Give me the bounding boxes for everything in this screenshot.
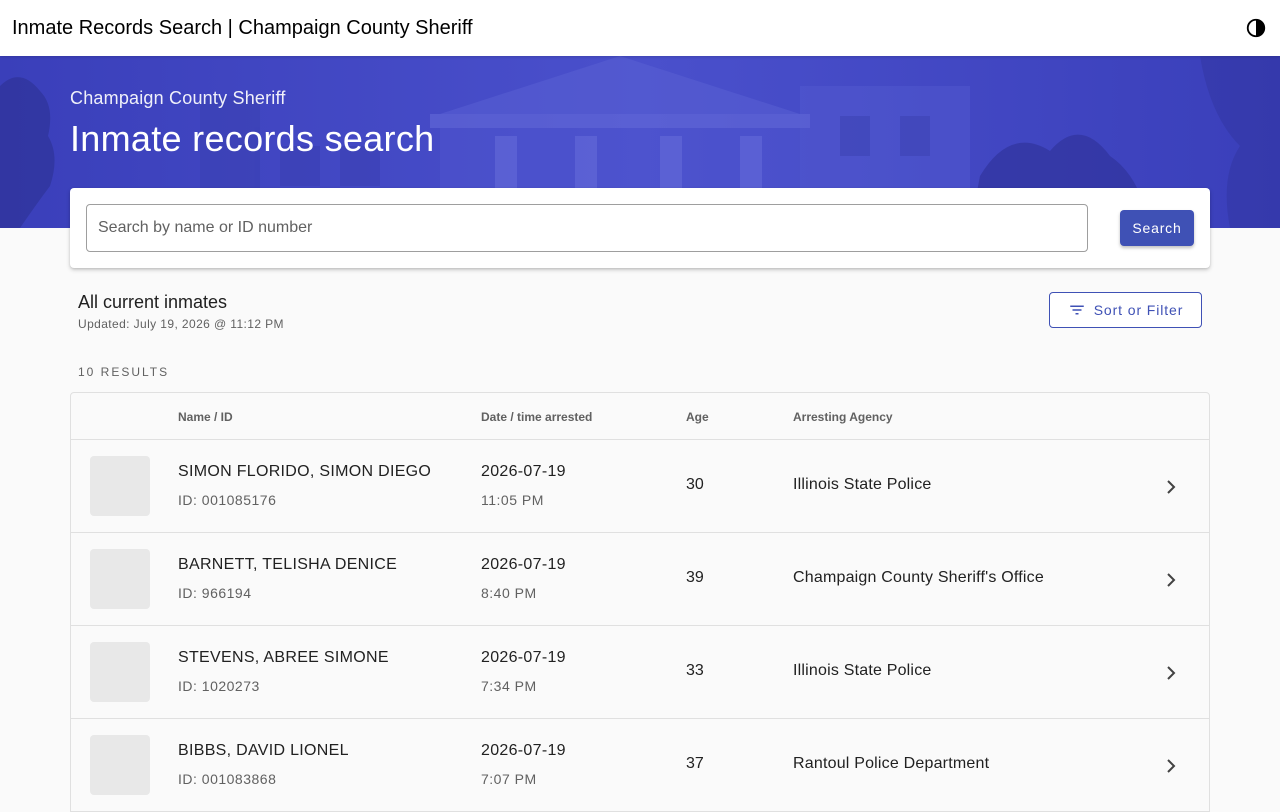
table-row[interactable]: STEVENS, ABREE SIMONE ID: 1020273 2026-0… (71, 626, 1209, 719)
arrest-date: 2026-07-19 (481, 463, 566, 480)
search-input[interactable] (86, 204, 1088, 252)
sort-filter-label: Sort or Filter (1093, 302, 1184, 318)
inmate-photo (90, 549, 150, 609)
arrest-time: 7:07 PM (481, 771, 537, 787)
arrest-date: 2026-07-19 (481, 649, 566, 666)
inmate-id: ID: 1020273 (178, 678, 260, 694)
arrest-time: 7:34 PM (481, 678, 537, 694)
inmate-age: 30 (686, 476, 704, 493)
table-row[interactable]: SIMON FLORIDO, SIMON DIEGO ID: 001085176… (71, 440, 1209, 533)
inmate-name: SIMON FLORIDO, SIMON DIEGO (178, 463, 432, 480)
sort-filter-button[interactable]: Sort or Filter (1049, 292, 1202, 328)
inmate-photo (90, 735, 150, 795)
inmate-age: 33 (686, 662, 704, 679)
inmate-name: STEVENS, ABREE SIMONE (178, 649, 389, 666)
header-name-id[interactable]: Name / ID (178, 410, 233, 424)
theme-toggle-button[interactable] (1240, 12, 1272, 44)
arrest-time: 8:40 PM (481, 585, 537, 601)
inmate-name: BARNETT, TELISHA DENICE (178, 556, 398, 573)
app-bar: Inmate Records Search | Champaign County… (0, 0, 1280, 56)
hero-subtitle: Champaign County Sheriff (70, 88, 286, 108)
inmate-id: ID: 966194 (178, 585, 252, 601)
inmate-name: BIBBS, DAVID LIONEL (178, 742, 349, 759)
chevron-right-icon[interactable] (1159, 754, 1183, 778)
inmate-age: 37 (686, 755, 704, 772)
search-button[interactable]: Search (1120, 210, 1194, 246)
page-title: Inmate Records Search | Champaign County… (12, 16, 473, 39)
arresting-agency: Champaign County Sheriff's Office (793, 569, 1044, 586)
search-card: Search (70, 188, 1210, 268)
inmate-photo (90, 642, 150, 702)
arresting-agency: Illinois State Police (793, 662, 932, 679)
inmate-id: ID: 001083868 (178, 771, 277, 787)
chevron-right-icon[interactable] (1159, 475, 1183, 499)
inmate-photo (90, 456, 150, 516)
header-age[interactable]: Age (686, 410, 709, 424)
chevron-right-icon[interactable] (1159, 661, 1183, 685)
arrest-time: 11:05 PM (481, 492, 544, 508)
arrest-date: 2026-07-19 (481, 556, 566, 573)
section-title: All current inmates (78, 292, 228, 312)
inmate-id: ID: 001085176 (178, 492, 277, 508)
results-table: Name / ID Date / time arrested Age Arres… (70, 392, 1210, 812)
header-arresting-agency[interactable]: Arresting Agency (793, 410, 893, 424)
arrest-date: 2026-07-19 (481, 742, 566, 759)
results-count: 10 RESULTS (78, 365, 170, 379)
table-row[interactable]: BIBBS, DAVID LIONEL ID: 001083868 2026-0… (71, 719, 1209, 811)
inmate-age: 39 (686, 569, 704, 586)
updated-timestamp: Updated: July 19, 2026 @ 11:12 PM (78, 317, 284, 331)
table-header: Name / ID Date / time arrested Age Arres… (71, 393, 1209, 440)
brightness-contrast-icon (1246, 18, 1266, 38)
header-date-arrested[interactable]: Date / time arrested (481, 410, 592, 424)
arresting-agency: Illinois State Police (793, 476, 932, 493)
chevron-right-icon[interactable] (1159, 568, 1183, 592)
hero-title: Inmate records search (70, 118, 435, 159)
filter-list-icon (1069, 305, 1084, 315)
arresting-agency: Rantoul Police Department (793, 755, 990, 772)
table-row[interactable]: BARNETT, TELISHA DENICE ID: 966194 2026-… (71, 533, 1209, 626)
